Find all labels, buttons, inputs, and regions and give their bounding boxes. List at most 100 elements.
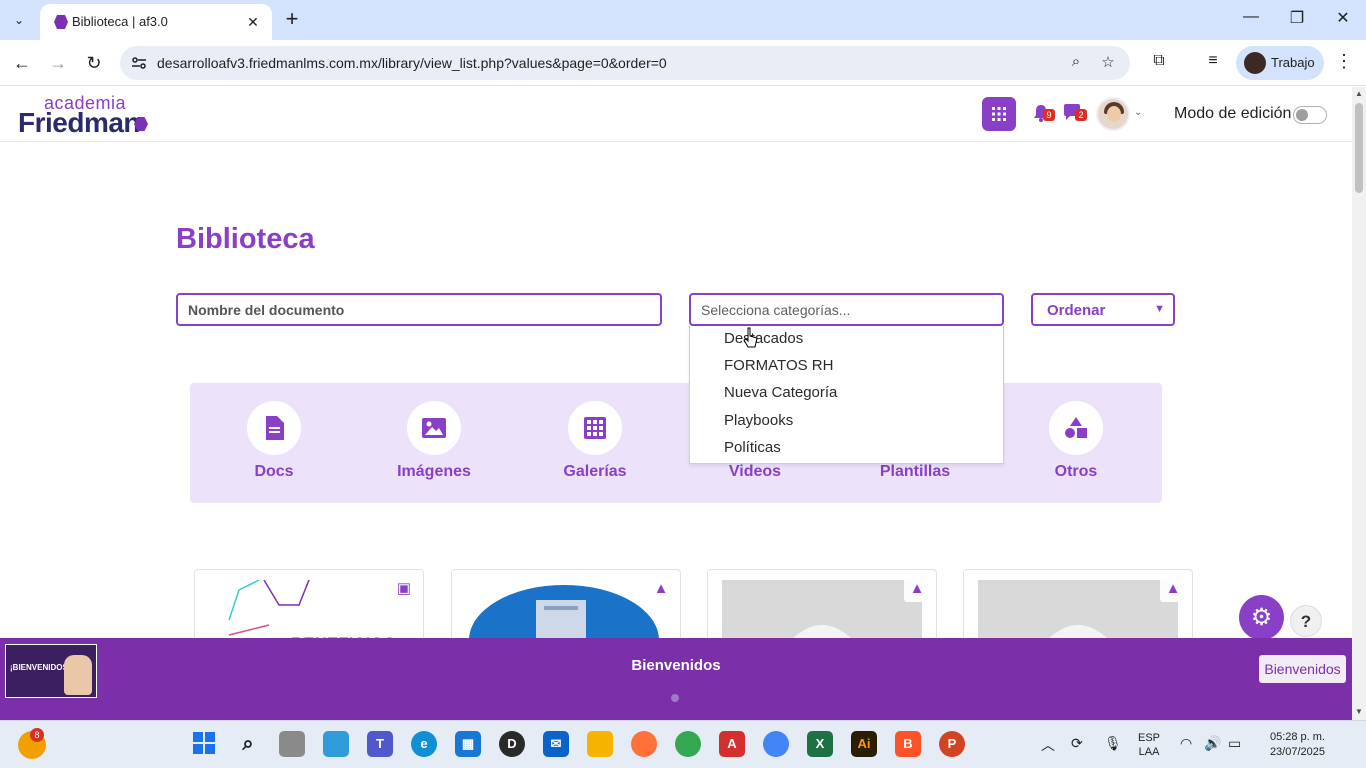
brave-icon[interactable]: B xyxy=(895,731,921,757)
page-scrollbar[interactable]: ▲ ▼ xyxy=(1352,87,1366,720)
back-icon[interactable]: ← xyxy=(10,51,34,75)
window-close-icon[interactable]: ✕ xyxy=(1328,8,1358,32)
url-text: desarrolloafv3.friedmanlms.com.mx/librar… xyxy=(157,55,667,71)
welcome-banner: ¡BIENVENIDOS! Bienvenidos Bienvenidos xyxy=(0,638,1352,720)
image-icon xyxy=(407,401,461,455)
wifi-icon[interactable]: ◠ xyxy=(1180,735,1192,752)
powerpoint-icon[interactable]: P xyxy=(939,731,965,757)
reload-icon[interactable]: ↻ xyxy=(82,51,106,75)
grid-icon xyxy=(568,401,622,455)
scroll-thumb[interactable] xyxy=(1355,103,1363,193)
banner-button[interactable]: Bienvenidos xyxy=(1259,655,1346,683)
address-bar[interactable]: desarrolloafv3.friedmanlms.com.mx/librar… xyxy=(120,46,1130,80)
library-card[interactable]: ▲ xyxy=(707,569,937,649)
dropdown-option[interactable]: Nueva Categoría xyxy=(724,384,837,401)
task-view-icon[interactable] xyxy=(279,731,305,757)
acrobat-icon[interactable]: A xyxy=(719,731,745,757)
edit-mode-label: Modo de edición xyxy=(1174,105,1292,122)
volume-icon[interactable]: 🔊 xyxy=(1204,735,1221,752)
microphone-icon[interactable]: 🎙 xyxy=(1104,735,1122,752)
extensions-icon[interactable]: ⧉ xyxy=(1148,52,1170,74)
category-others[interactable]: Otros xyxy=(1026,401,1126,491)
category-label: Videos xyxy=(728,463,782,480)
store-icon[interactable]: ▦ xyxy=(455,731,481,757)
category-select-placeholder: Selecciona categorías... xyxy=(701,302,851,318)
file-explorer-icon[interactable] xyxy=(587,731,613,757)
shapes-icon: ▲ xyxy=(904,576,930,602)
browser-tab-bar: ⌄ Biblioteca | af3.0 ✕ + — ❐ ✕ xyxy=(0,0,1366,40)
scroll-down-icon[interactable]: ▼ xyxy=(1354,708,1364,716)
tray-chevron-up-icon[interactable]: ︿ xyxy=(1041,735,1055,755)
firefox-icon[interactable] xyxy=(631,731,657,757)
settings-gear-button[interactable]: ⚙ xyxy=(1239,595,1284,640)
clock-time: 05:28 p. m. xyxy=(1269,731,1325,743)
dropdown-option[interactable]: FORMATOS RH xyxy=(724,357,833,374)
system-clock[interactable]: 05:28 p. m. 23/07/2025 xyxy=(1255,730,1325,760)
scroll-up-icon[interactable]: ▲ xyxy=(1354,90,1364,98)
category-filter-panel: Docs Imágenes Galerías ▶ Videos ▤ Plan xyxy=(190,383,1162,503)
category-label: Plantillas xyxy=(879,463,951,480)
site-info-icon[interactable] xyxy=(130,54,148,72)
document-name-placeholder: Nombre del documento xyxy=(188,302,345,318)
logo-main-text: Friedman xyxy=(18,107,141,138)
edge-icon[interactable]: e xyxy=(411,731,437,757)
copilot-icon[interactable] xyxy=(323,731,349,757)
profile-button[interactable]: Trabajo xyxy=(1236,46,1324,80)
new-tab-icon[interactable]: + xyxy=(280,8,304,32)
category-label: Otros xyxy=(1054,463,1098,480)
sync-icon[interactable]: ⟳ xyxy=(1071,735,1083,752)
dropdown-option[interactable]: Destacados xyxy=(724,330,803,347)
user-menu-chevron-icon[interactable]: ⌄ xyxy=(1134,107,1142,118)
edit-mode-toggle[interactable] xyxy=(1293,106,1327,124)
illustrator-icon[interactable]: Ai xyxy=(851,731,877,757)
weather-badge: 8 xyxy=(30,728,44,742)
tab-close-icon[interactable]: ✕ xyxy=(244,13,262,31)
category-docs[interactable]: Docs xyxy=(224,401,324,491)
shapes-icon xyxy=(1049,401,1103,455)
forward-icon[interactable]: → xyxy=(46,51,70,75)
dell-icon[interactable]: D xyxy=(499,731,525,757)
browser-tab[interactable]: Biblioteca | af3.0 ✕ xyxy=(40,4,272,40)
search-icon[interactable]: ⌕ xyxy=(235,731,261,757)
help-button[interactable]: ? xyxy=(1290,605,1322,637)
battery-icon[interactable]: ▭ xyxy=(1228,735,1241,752)
start-windows-icon[interactable] xyxy=(191,731,217,757)
mouse-pointer-icon xyxy=(742,327,760,354)
dropdown-option[interactable]: Políticas xyxy=(724,439,781,456)
user-avatar[interactable] xyxy=(1096,97,1130,131)
apps-grid-button[interactable] xyxy=(982,97,1016,131)
media-controls-icon[interactable]: ≡ xyxy=(1202,52,1224,74)
restore-icon[interactable]: ❐ xyxy=(1282,8,1312,32)
site-header: academia Friedman 9 2 ⌄ Modo de edición xyxy=(0,87,1352,142)
category-label: Galerías xyxy=(563,463,627,480)
library-card[interactable]: ▲ xyxy=(963,569,1193,649)
banner-title: Bienvenidos xyxy=(631,657,721,674)
excel-icon[interactable]: X xyxy=(807,731,833,757)
minimize-icon[interactable]: — xyxy=(1236,8,1266,32)
language-indicator[interactable]: ESP LAA xyxy=(1138,731,1160,759)
mail-icon[interactable]: ✉ xyxy=(543,731,569,757)
category-select-input[interactable]: Selecciona categorías... xyxy=(689,293,1004,326)
file-icon xyxy=(247,401,301,455)
category-galleries[interactable]: Galerías xyxy=(545,401,645,491)
zoom-search-icon[interactable]: ⌕ xyxy=(1066,53,1086,73)
tab-search-chevron-icon[interactable]: ⌄ xyxy=(6,8,32,32)
teams-icon[interactable]: T xyxy=(367,731,393,757)
library-card[interactable]: ▲ xyxy=(451,569,681,649)
browser-menu-icon[interactable]: ⋮ xyxy=(1334,51,1354,75)
order-select[interactable]: Ordenar ▼ xyxy=(1031,293,1175,326)
library-card[interactable]: BENEFICIOS ▣ xyxy=(194,569,424,649)
document-name-input[interactable]: Nombre del documento xyxy=(176,293,662,326)
category-images[interactable]: Imágenes xyxy=(384,401,484,491)
profile-avatar xyxy=(1244,52,1266,74)
shapes-icon: ▲ xyxy=(648,576,674,602)
carousel-dot[interactable] xyxy=(671,694,679,702)
browser-toolbar: ← → ↻ desarrolloafv3.friedmanlms.com.mx/… xyxy=(0,40,1366,86)
taskbar: 8 ⌕ T e ▦ D ✉ A X Ai B P ︿ ⟳ 🎙 ESP LAA ◠… xyxy=(0,720,1366,768)
chrome-profile-icon[interactable] xyxy=(763,731,789,757)
dropdown-option[interactable]: Playbooks xyxy=(724,412,793,429)
bookmark-star-icon[interactable]: ☆ xyxy=(1098,53,1118,73)
category-label: Imágenes xyxy=(397,463,471,480)
notifications-badge: 9 xyxy=(1043,109,1055,121)
chrome-icon[interactable] xyxy=(675,731,701,757)
